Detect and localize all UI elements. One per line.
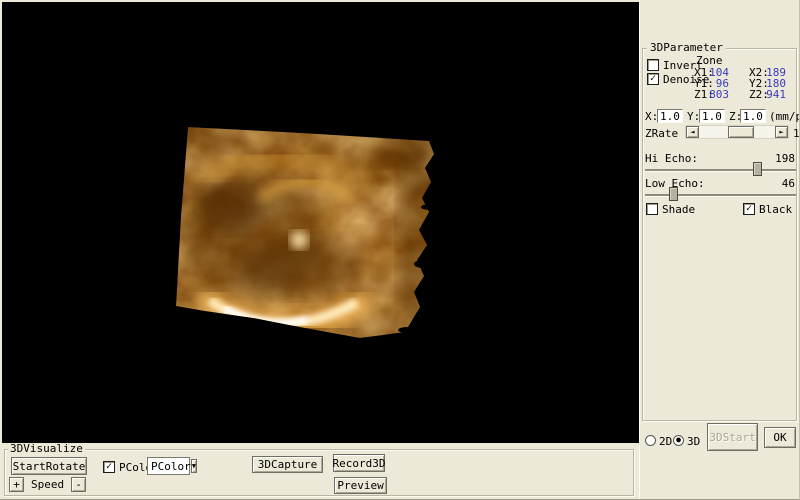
visualize-panel: 3DVisualize StartRotate + Speed - ✓ PCol… [0,443,639,500]
hi-echo-slider-thumb[interactable] [753,162,762,176]
black-label: Black [759,204,792,215]
pcolor-checkbox[interactable]: ✓ [103,461,115,473]
shade-label: Shade [662,204,695,215]
parameter-panel: 3DParameter Invert ✓ Denoise Zone X1: 10… [639,0,800,500]
start-rotate-button[interactable]: StartRotate [11,457,87,475]
3dstart-button[interactable]: 3DStart [707,423,758,451]
hi-echo-slider-track[interactable] [645,169,796,171]
parameter-groupbox: 3DParameter Invert ✓ Denoise Zone X1: 10… [642,48,797,421]
ok-button[interactable]: OK [764,427,796,448]
invert-checkbox[interactable] [647,59,659,71]
render-viewport[interactable] [2,2,639,443]
shade-checkbox[interactable] [646,203,658,215]
hi-echo-value: 198 [773,153,795,164]
visualize-groupbox-title: 3DVisualize [8,443,85,454]
zone-title: Zone [696,55,723,66]
radio-3d[interactable]: ● [673,435,684,446]
ultrasound-3d-render [2,2,639,443]
preview-button[interactable]: Preview [334,477,387,494]
scroll-right-icon: ► [779,129,783,136]
scroll-left-icon: ◄ [690,129,694,136]
low-echo-slider-track[interactable] [645,194,796,196]
low-echo-value: 46 [773,178,795,189]
speed-minus-button[interactable]: - [71,477,86,492]
denoise-checkbox[interactable]: ✓ [647,73,659,85]
denoise-checkmark: ✓ [650,74,656,84]
radio-2d[interactable] [645,435,656,446]
pcolor-dropdown-button[interactable]: ▼ [191,459,197,473]
black-checkbox[interactable]: ✓ [743,203,755,215]
pcolor-checkmark: ✓ [106,462,112,472]
zrate-scrollbar-thumb[interactable] [728,126,754,138]
scale-y-input[interactable] [699,109,725,123]
speed-label: Speed [31,479,64,490]
radio-3d-label: 3D [687,436,700,447]
scale-x-input[interactable] [657,109,683,123]
low-echo-slider-thumb[interactable] [669,187,678,201]
pcolor-dropdown-value: PColor [148,460,191,473]
parameter-groupbox-title: 3DParameter [647,41,726,54]
zrate-scroll-left-button[interactable]: ◄ [686,126,699,138]
scale-unit-label: (mm/p) [769,111,800,122]
zrate-value: 1 [793,128,800,139]
zrate-label: ZRate [645,128,678,139]
zone-z2-value: 941 [760,89,786,100]
hi-echo-label: Hi Echo: [645,153,698,164]
zrate-scrollbar[interactable]: ◄ ► [685,125,789,139]
scale-z-input[interactable] [740,109,766,123]
radio-3d-dot: ● [676,436,681,444]
app-window: 3DParameter Invert ✓ Denoise Zone X1: 10… [0,0,800,500]
zone-z1-value: 803 [703,89,729,100]
pcolor-dropdown[interactable]: PColor ▼ [147,457,190,475]
zrate-scroll-right-button[interactable]: ► [775,126,788,138]
record3d-button[interactable]: Record3D [333,454,385,472]
radio-2d-label: 2D [659,436,672,447]
3dcapture-button[interactable]: 3DCapture [252,456,323,473]
speed-plus-button[interactable]: + [9,477,24,492]
black-checkmark: ✓ [746,204,752,214]
chevron-down-icon: ▼ [192,462,196,470]
